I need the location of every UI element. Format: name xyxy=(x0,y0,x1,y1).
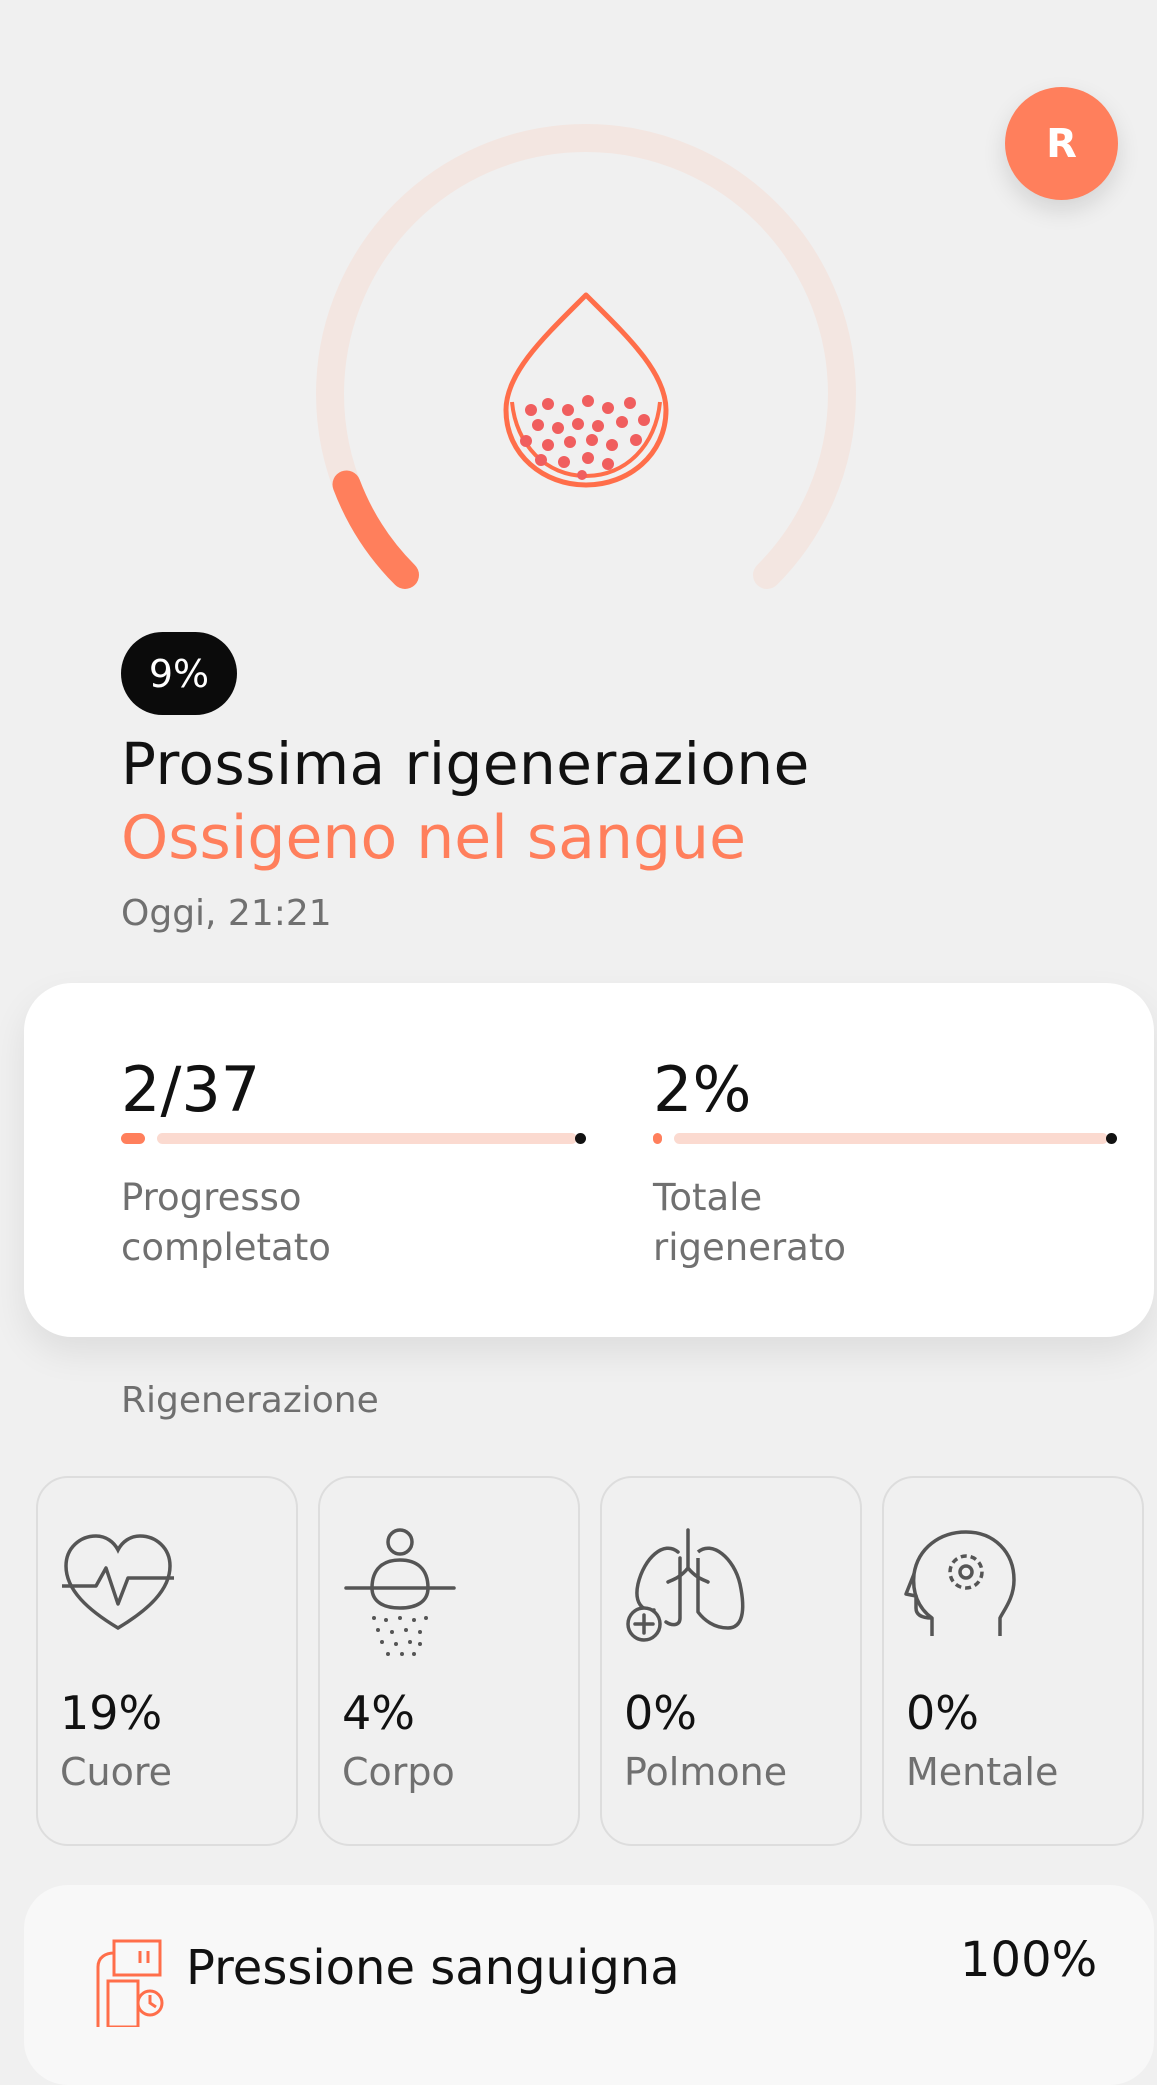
stat-progress-bar-track xyxy=(157,1133,577,1144)
metric-value: 100% xyxy=(960,1932,1098,1988)
stat-progress-label: Progresso completato xyxy=(121,1176,331,1269)
category-tile-cuore[interactable]: 19% Cuore xyxy=(36,1476,298,1846)
blood-pressure-icon xyxy=(96,1939,164,2027)
metric-title: Pressione sanguigna xyxy=(186,1940,680,1996)
regeneration-gauge xyxy=(316,124,856,589)
section-title: Rigenerazione xyxy=(121,1380,379,1421)
category-tile-mentale[interactable]: 0% Mentale xyxy=(882,1476,1144,1846)
category-value: 4% xyxy=(342,1686,415,1740)
progress-percent-badge: 9% xyxy=(121,632,237,715)
stat-progress-bar-fill xyxy=(121,1133,145,1144)
category-label: Cuore xyxy=(60,1750,173,1794)
progress-percent-text: 9% xyxy=(148,651,210,696)
stat-progress-value: 2/37 xyxy=(121,1053,261,1126)
category-value: 19% xyxy=(60,1686,163,1740)
lungs-icon xyxy=(626,1528,745,1642)
gauge-fill xyxy=(332,470,419,589)
stat-progress-bar-end xyxy=(575,1133,586,1144)
avatar-initial: R xyxy=(1046,120,1077,167)
body-shower-icon xyxy=(344,1528,456,1656)
category-label: Polmone xyxy=(624,1750,788,1794)
head-gear-icon xyxy=(904,1530,1016,1636)
stats-card: 2/37 Progresso completato 2% Totale rige… xyxy=(24,983,1154,1337)
regeneration-target-title: Ossigeno nel sangue xyxy=(121,803,746,873)
gauge-track xyxy=(316,124,856,589)
blood-drop-icon xyxy=(503,292,669,488)
stat-total-label: Totale rigenerato xyxy=(653,1176,846,1269)
profile-avatar-button[interactable]: R xyxy=(1005,87,1118,200)
category-value: 0% xyxy=(624,1686,697,1740)
stat-total-value: 2% xyxy=(653,1053,752,1126)
stat-total-bar-end xyxy=(1106,1133,1117,1144)
stat-total-bar-track xyxy=(674,1133,1108,1144)
category-tile-corpo[interactable]: 4% Corpo xyxy=(318,1476,580,1846)
regeneration-time: Oggi, 21:21 xyxy=(121,893,332,934)
category-label: Mentale xyxy=(906,1750,1059,1794)
category-label: Corpo xyxy=(342,1750,455,1794)
next-regeneration-title: Prossima rigenerazione xyxy=(121,730,810,798)
category-tile-polmone[interactable]: 0% Polmone xyxy=(600,1476,862,1846)
stat-total-bar-fill xyxy=(653,1133,662,1144)
category-value: 0% xyxy=(906,1686,979,1740)
heart-icon xyxy=(62,1534,174,1631)
